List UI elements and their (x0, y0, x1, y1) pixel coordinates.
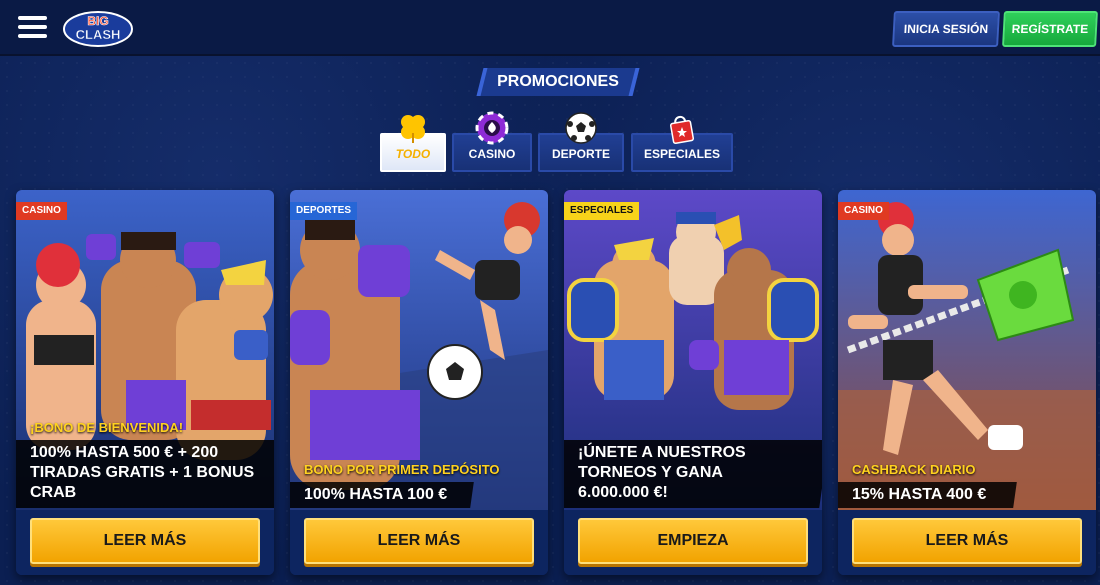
promo-headline: 100% HASTA 100 € (304, 485, 447, 505)
headline-line: 100% HASTA 100 € (304, 486, 448, 503)
promo-card-welcome[interactable]: CASINO ¡BONO DE BIENVENIDA! 100% HASTA 5… (16, 190, 274, 575)
filter-tab-deporte[interactable]: DEPORTE (538, 112, 624, 172)
category-badge: DEPORTES (290, 202, 358, 220)
read-more-button[interactable]: LEER MÁS (852, 518, 1082, 564)
promo-card-tournaments[interactable]: ESPECIALES ¡ÚNETE A NUESTROS TORNEOS Y G… (564, 190, 822, 575)
filter-label: DEPORTE (551, 147, 610, 161)
poker-chip-icon (475, 111, 509, 145)
top-bar: BIG CLASH INICIA SESIÓN REGÍSTRATE (0, 0, 1100, 56)
promo-card-sports[interactable]: DEPORTES BONO POR PRIMER DEPÓSITO 100% H… (290, 190, 548, 575)
filter-tab-casino[interactable]: CASINO (452, 111, 532, 172)
promo-card-cashback[interactable]: CASINO CASHBACK DIARIO 15% HASTA 400 € L… (838, 190, 1096, 575)
read-more-button[interactable]: LEER MÁS (30, 518, 260, 564)
filter-tab-todo[interactable]: TODO (380, 115, 446, 172)
promo-subtitle: CASHBACK DIARIO (852, 462, 976, 477)
promo-headline: ¡ÚNETE A NUESTROS TORNEOS Y GANA 6.000.0… (578, 443, 746, 503)
headline-line: 6.000.000 €! (578, 484, 668, 501)
register-button[interactable]: REGÍSTRATE (1002, 11, 1098, 47)
category-badge: CASINO (16, 202, 67, 220)
soccer-ball-icon (565, 112, 597, 144)
headline-line: CRAB (30, 484, 77, 501)
menu-icon[interactable] (18, 16, 47, 40)
promo-headline: 100% HASTA 500 € + 200 TIRADAS GRATIS + … (30, 443, 254, 503)
headline-line: ¡ÚNETE A NUESTROS (578, 444, 746, 461)
filter-label: CASINO (468, 147, 516, 161)
headline-line: 15% HASTA 400 € (852, 486, 987, 503)
section-title-text: PROMOCIONES (497, 73, 619, 90)
headline-line: 100% HASTA 500 € + 200 (30, 444, 219, 461)
clover-icon (401, 115, 425, 143)
big-clash-logo[interactable]: BIG CLASH (62, 8, 134, 48)
category-badge: ESPECIALES (564, 202, 640, 220)
promo-subtitle: BONO POR PRIMER DEPÓSITO (304, 462, 500, 477)
promo-headline: 15% HASTA 400 € (852, 485, 986, 505)
filter-tab-especiales[interactable]: ESPECIALES (631, 115, 733, 172)
section-title: PROMOCIONES (476, 68, 640, 96)
headline-line: TIRADAS GRATIS + 1 BONUS (30, 464, 255, 481)
read-more-button[interactable]: LEER MÁS (304, 518, 534, 564)
gift-bag-icon (669, 115, 695, 145)
logo-text-big: BIG (87, 14, 108, 28)
filter-label: TODO (395, 147, 431, 161)
promo-subtitle: ¡BONO DE BIENVENIDA! (30, 420, 184, 435)
category-badge: CASINO (838, 202, 889, 220)
login-button[interactable]: INICIA SESIÓN (892, 11, 1000, 47)
logo-text-clash: CLASH (76, 27, 121, 42)
filter-label: ESPECIALES (643, 147, 721, 161)
start-button[interactable]: EMPIEZA (578, 518, 808, 564)
headline-line: TORNEOS Y GANA (578, 464, 723, 481)
